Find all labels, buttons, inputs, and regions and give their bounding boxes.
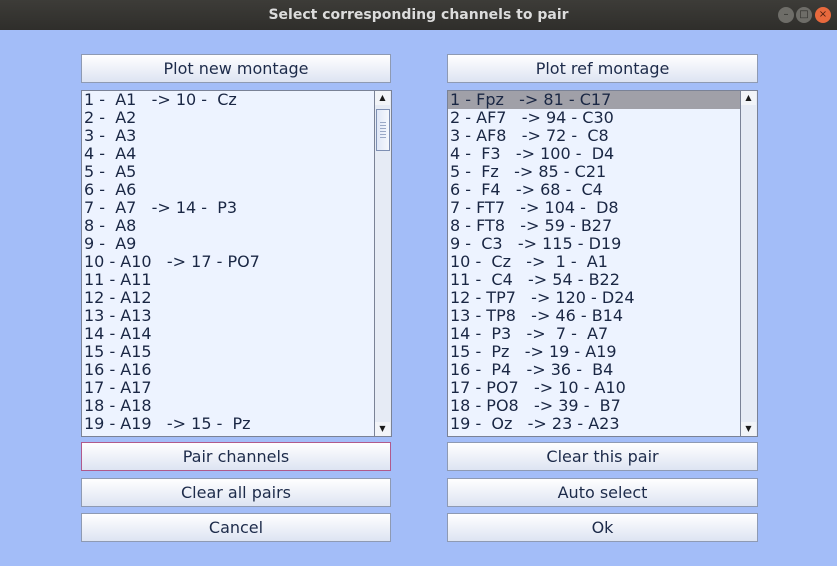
right-scrollbar[interactable]: ▲ ▼ xyxy=(740,91,757,436)
ref-montage-channel-list[interactable]: 1 - Fpz -> 81 - C17 2 - AF7 -> 94 - C30 3 … xyxy=(447,90,758,437)
list-item[interactable]: 15 - A15 xyxy=(82,343,375,361)
list-item[interactable]: 10 - Cz -> 1 - A1 xyxy=(448,253,741,271)
list-item[interactable]: 19 - Oz -> 23 - A23 xyxy=(448,415,741,433)
plot-new-montage-button[interactable]: Plot new montage xyxy=(81,54,391,83)
list-item[interactable]: 1 - A1 -> 10 - Cz xyxy=(82,91,375,109)
list-item[interactable]: 2 - AF7 -> 94 - C30 xyxy=(448,109,741,127)
list-item[interactable]: 19 - A19 -> 15 - Pz xyxy=(82,415,375,433)
list-item[interactable]: 4 - F3 -> 100 - D4 xyxy=(448,145,741,163)
ok-button[interactable]: Ok xyxy=(447,513,758,542)
list-item[interactable]: 16 - P4 -> 36 - B4 xyxy=(448,361,741,379)
auto-select-button[interactable]: Auto select xyxy=(447,478,758,507)
list-item[interactable]: 5 - Fz -> 85 - C21 xyxy=(448,163,741,181)
list-item[interactable]: 6 - F4 -> 68 - C4 xyxy=(448,181,741,199)
plot-ref-montage-button[interactable]: Plot ref montage xyxy=(447,54,758,83)
minimize-icon[interactable]: – xyxy=(778,7,794,23)
list-item[interactable]: 10 - A10 -> 17 - PO7 xyxy=(82,253,375,271)
list-item[interactable]: 11 - A11 xyxy=(82,271,375,289)
list-item[interactable]: 2 - A2 xyxy=(82,109,375,127)
scroll-up-arrow-icon[interactable]: ▲ xyxy=(741,91,756,105)
scroll-thumb[interactable] xyxy=(376,109,390,151)
list-item[interactable]: 14 - P3 -> 7 - A7 xyxy=(448,325,741,343)
list-item[interactable]: 11 - C4 -> 54 - B22 xyxy=(448,271,741,289)
list-item[interactable]: 8 - A8 xyxy=(82,217,375,235)
grip-icon xyxy=(380,122,386,138)
list-item[interactable]: 12 - TP7 -> 120 - D24 xyxy=(448,289,741,307)
ref-montage-rows: 1 - Fpz -> 81 - C17 2 - AF7 -> 94 - C30 3 … xyxy=(448,91,741,436)
list-item[interactable]: 13 - TP8 -> 46 - B14 xyxy=(448,307,741,325)
list-item[interactable]: 14 - A14 xyxy=(82,325,375,343)
list-item[interactable]: 5 - A5 xyxy=(82,163,375,181)
list-item[interactable]: 18 - PO8 -> 39 - B7 xyxy=(448,397,741,415)
new-montage-channel-list[interactable]: 1 - A1 -> 10 - Cz 2 - A2 3 - A3 4 - A4 5 - A… xyxy=(81,90,392,437)
clear-this-pair-button[interactable]: Clear this pair xyxy=(447,442,758,471)
pair-channels-button[interactable]: Pair channels xyxy=(81,442,391,471)
list-item[interactable]: 3 - AF8 -> 72 - C8 xyxy=(448,127,741,145)
list-item[interactable]: 1 - Fpz -> 81 - C17 xyxy=(448,91,741,109)
list-item[interactable]: 17 - PO7 -> 10 - A10 xyxy=(448,379,741,397)
window-title: Select corresponding channels to pair xyxy=(268,7,569,23)
list-item[interactable]: 12 - A12 xyxy=(82,289,375,307)
scroll-down-arrow-icon[interactable]: ▼ xyxy=(375,422,390,436)
list-item[interactable]: 7 - A7 -> 14 - P3 xyxy=(82,199,375,217)
list-item[interactable]: 16 - A16 xyxy=(82,361,375,379)
list-item[interactable]: 13 - A13 xyxy=(82,307,375,325)
close-icon[interactable]: × xyxy=(815,7,831,23)
list-item[interactable]: 17 - A17 xyxy=(82,379,375,397)
maximize-icon[interactable]: □ xyxy=(796,7,812,23)
new-montage-rows: 1 - A1 -> 10 - Cz 2 - A2 3 - A3 4 - A4 5 - A… xyxy=(82,91,375,436)
scroll-down-arrow-icon[interactable]: ▼ xyxy=(741,422,756,436)
list-item[interactable]: 6 - A6 xyxy=(82,181,375,199)
list-item[interactable]: 15 - Pz -> 19 - A19 xyxy=(448,343,741,361)
list-item[interactable]: 9 - A9 xyxy=(82,235,375,253)
scroll-up-arrow-icon[interactable]: ▲ xyxy=(375,91,390,105)
window-titlebar: Select corresponding channels to pair – … xyxy=(0,0,837,30)
list-item[interactable]: 3 - A3 xyxy=(82,127,375,145)
list-item[interactable]: 9 - C3 -> 115 - D19 xyxy=(448,235,741,253)
left-scrollbar[interactable]: ▲ ▼ xyxy=(374,91,391,436)
list-item[interactable]: 4 - A4 xyxy=(82,145,375,163)
cancel-button[interactable]: Cancel xyxy=(81,513,391,542)
list-item[interactable]: 8 - FT8 -> 59 - B27 xyxy=(448,217,741,235)
clear-all-pairs-button[interactable]: Clear all pairs xyxy=(81,478,391,507)
list-item[interactable]: 7 - FT7 -> 104 - D8 xyxy=(448,199,741,217)
list-item[interactable]: 18 - A18 xyxy=(82,397,375,415)
